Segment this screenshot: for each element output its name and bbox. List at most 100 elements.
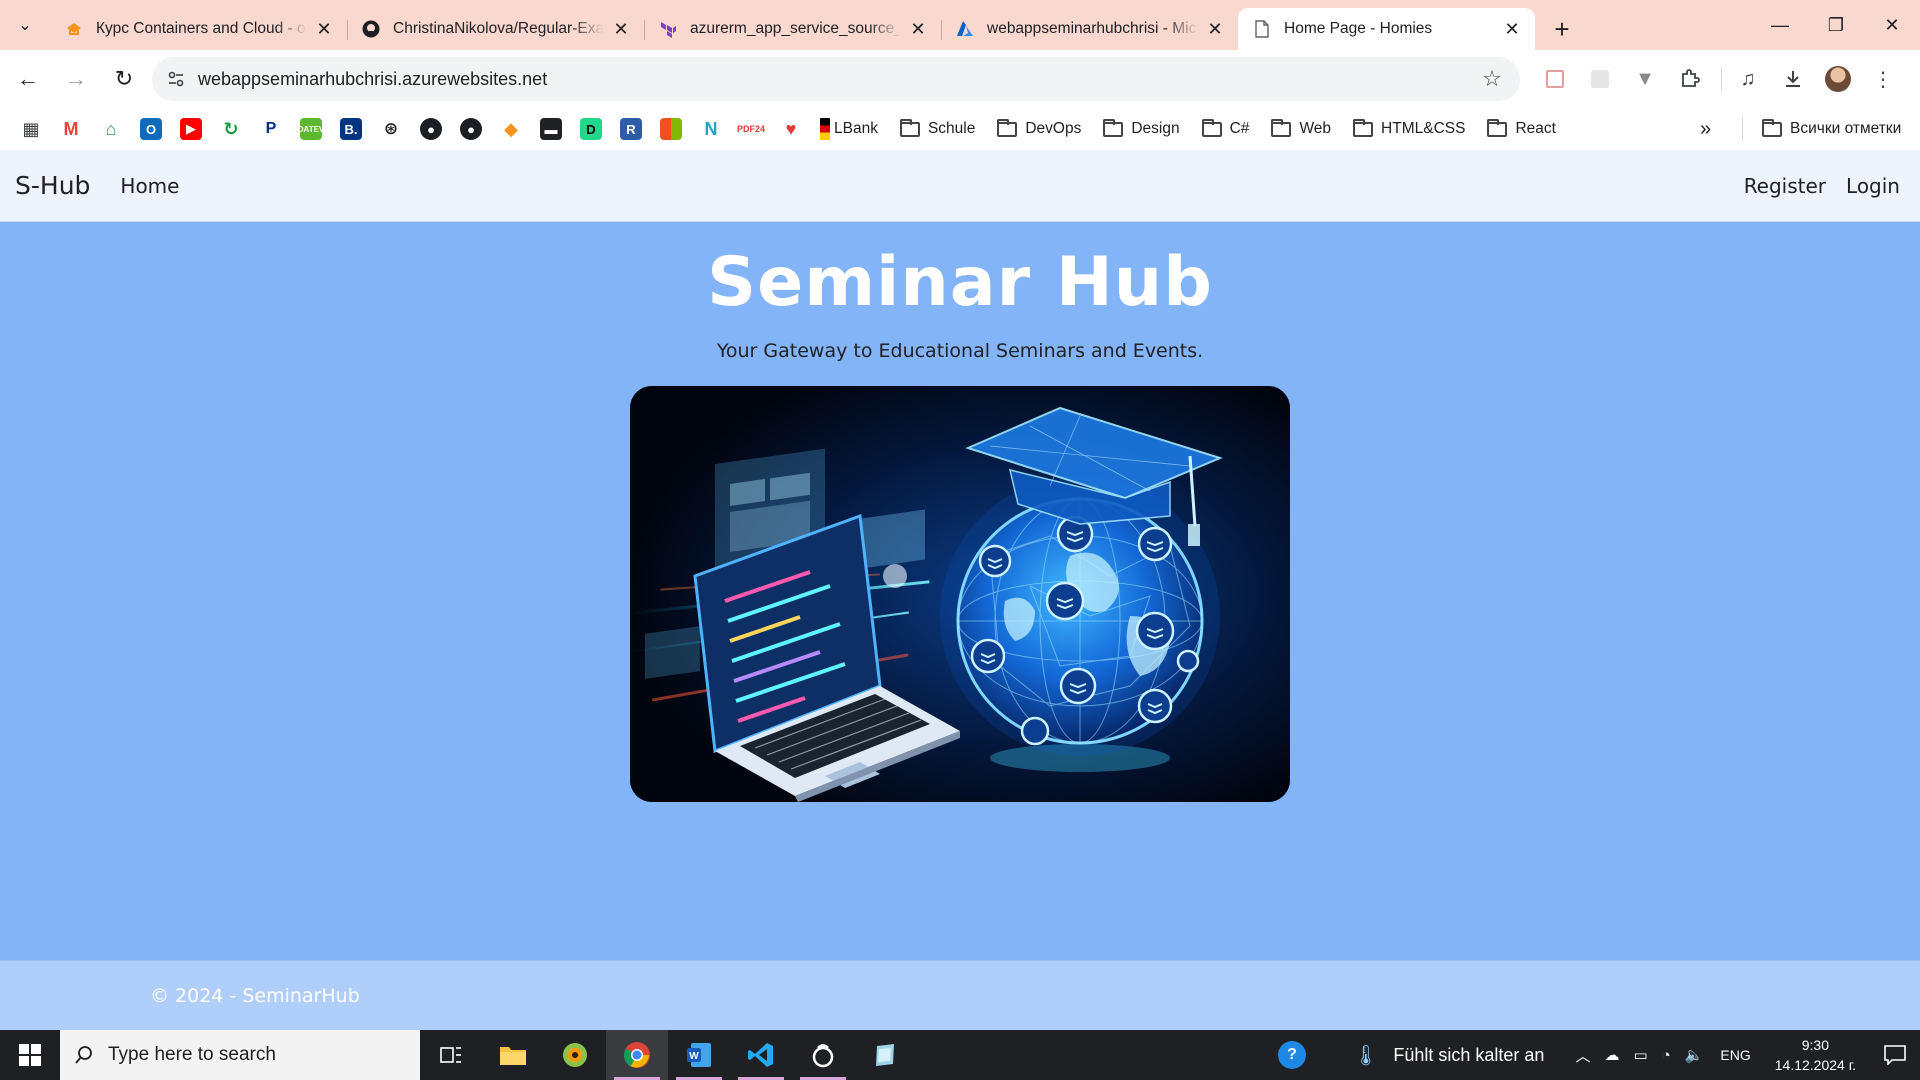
booking-icon[interactable]: B.: [340, 118, 362, 140]
extension-grey-button[interactable]: [1580, 59, 1620, 99]
cloud-icon[interactable]: ☁: [1604, 1046, 1619, 1064]
thermometer-icon: 🌡: [1352, 1044, 1379, 1067]
input-language[interactable]: ENG: [1720, 1047, 1750, 1063]
datev-icon[interactable]: DATEV: [298, 118, 324, 140]
restore-button[interactable]: ❐: [1808, 0, 1864, 50]
close-icon[interactable]: ✕: [1501, 18, 1523, 40]
hero-subtitle: Your Gateway to Educational Seminars and…: [716, 340, 1204, 362]
clock-date: 14.12.2024 г.: [1774, 1057, 1856, 1073]
site-info-button[interactable]: [160, 63, 192, 95]
apps-grid-icon[interactable]: ▦: [20, 118, 42, 140]
all-bookmarks-button[interactable]: Всички отметки: [1762, 118, 1901, 138]
chevron-up-icon[interactable]: ︿: [1575, 1045, 1590, 1066]
bookmark-folder-react[interactable]: React: [1487, 118, 1556, 138]
bookmark-lbank[interactable]: LBank: [834, 120, 878, 138]
puzzle-icon: [1682, 69, 1700, 87]
pdf24-icon[interactable]: PDF24: [737, 118, 765, 140]
download-icon: [1786, 71, 1800, 87]
browser-tab[interactable]: webappseminarhubchrisi - Micr ✕: [941, 8, 1238, 50]
app-taskbar-button[interactable]: [792, 1030, 854, 1080]
github-icon[interactable]: ●: [460, 118, 482, 140]
new-tab-button[interactable]: +: [1545, 12, 1579, 46]
youtube-icon[interactable]: ▶: [180, 118, 202, 140]
nav-home-link[interactable]: Home: [120, 174, 179, 198]
taskbar-search-box[interactable]: Type here to search: [60, 1030, 420, 1080]
battery-icon[interactable]: ▭: [1633, 1046, 1647, 1064]
extension-calendar-button[interactable]: [1535, 59, 1575, 99]
folder-icon: [1487, 118, 1508, 137]
task-view-button[interactable]: [420, 1030, 482, 1080]
vscode-icon: [748, 1043, 773, 1067]
arrow-left-icon: ←: [17, 66, 39, 91]
outlook-icon[interactable]: O: [140, 118, 162, 140]
home-icon[interactable]: ⌂: [100, 118, 122, 140]
start-button[interactable]: [0, 1030, 60, 1080]
minimize-button[interactable]: —: [1752, 0, 1808, 50]
more-bookmarks-button[interactable]: »: [1700, 118, 1711, 141]
moodle-icon[interactable]: ◆: [500, 118, 522, 140]
chameleon-app-icon: [563, 1043, 587, 1067]
browser-tab[interactable]: Курс Containers and Cloud - ok ✕: [50, 8, 347, 50]
site-navbar: S-Hub Home Register Login: [0, 150, 1920, 222]
register-link[interactable]: Register: [1744, 174, 1826, 198]
microsoft-icon[interactable]: [660, 118, 682, 140]
site-brand-link[interactable]: S-Hub: [15, 171, 90, 200]
wifi-icon[interactable]: ◔: [1662, 1047, 1671, 1064]
tab-search-button[interactable]: ⌄: [8, 8, 42, 42]
gmail-icon[interactable]: M: [60, 118, 82, 140]
tab-title: azurerm_app_service_source_co: [690, 20, 901, 37]
back-button[interactable]: ←: [8, 59, 48, 99]
extensions-button[interactable]: [1670, 59, 1710, 99]
github-icon[interactable]: ●: [420, 118, 442, 140]
extension-vuetify-button[interactable]: ▼: [1625, 59, 1665, 99]
address-bar[interactable]: webappseminarhubchrisi.azurewebsites.net…: [152, 57, 1520, 101]
volume-icon[interactable]: 🔈: [1685, 1046, 1704, 1064]
clock[interactable]: 9:30 14.12.2024 г.: [1775, 1035, 1856, 1075]
browser-tab[interactable]: azurerm_app_service_source_co ✕: [644, 8, 941, 50]
bookmark-folder-web[interactable]: Web: [1271, 118, 1331, 138]
notes-taskbar-button[interactable]: [854, 1030, 916, 1080]
bookmark-folder-devops[interactable]: DevOps: [997, 118, 1081, 138]
openai-icon[interactable]: ⊛: [380, 118, 402, 140]
notifications-button[interactable]: [1870, 1030, 1920, 1080]
rider-icon[interactable]: R: [620, 118, 642, 140]
vscode-taskbar-button[interactable]: [730, 1030, 792, 1080]
hero-illustration: [630, 386, 1290, 802]
svg-text:W: W: [689, 1051, 699, 1062]
tab-title: ChristinaNikolova/Regular-Exam: [393, 20, 604, 37]
minimize-icon: —: [1771, 14, 1789, 35]
close-icon[interactable]: ✕: [610, 18, 632, 40]
reload-button[interactable]: ↻: [104, 59, 144, 99]
refresh-green-icon[interactable]: ↻: [220, 118, 242, 140]
app-button[interactable]: [544, 1030, 606, 1080]
n-icon[interactable]: N: [700, 118, 722, 140]
menu-button[interactable]: ⋮: [1863, 59, 1903, 99]
chrome-taskbar-button[interactable]: [606, 1030, 668, 1080]
login-link[interactable]: Login: [1846, 174, 1900, 198]
close-window-button[interactable]: ✕: [1864, 0, 1920, 50]
file-explorer-button[interactable]: [482, 1030, 544, 1080]
browser-tab[interactable]: ChristinaNikolova/Regular-Exam ✕: [347, 8, 644, 50]
bookmark-folder-schule[interactable]: Schule: [899, 118, 975, 138]
downloads-button[interactable]: [1773, 59, 1813, 99]
terminal-icon[interactable]: ▬: [540, 118, 562, 140]
lbank-icon: [820, 118, 830, 140]
bookmark-folder-csharp[interactable]: C#: [1201, 118, 1249, 138]
pycharm-icon[interactable]: D: [580, 118, 602, 140]
browser-tab-active[interactable]: Home Page - Homies ✕: [1238, 8, 1535, 50]
bookmark-folder-design[interactable]: Design: [1103, 118, 1180, 138]
paypal-icon[interactable]: P: [260, 118, 282, 140]
heart-icon[interactable]: ♥: [780, 118, 802, 140]
forward-button[interactable]: →: [56, 59, 96, 99]
word-taskbar-button[interactable]: W: [668, 1030, 730, 1080]
bookmark-folder-htmlcss[interactable]: HTML&CSS: [1353, 118, 1465, 138]
close-icon[interactable]: ✕: [907, 18, 929, 40]
media-control-button[interactable]: ♫: [1728, 59, 1768, 99]
close-icon[interactable]: ✕: [1204, 18, 1226, 40]
help-icon[interactable]: ?: [1277, 1041, 1306, 1069]
close-icon[interactable]: ✕: [313, 18, 335, 40]
profile-button[interactable]: [1818, 59, 1858, 99]
weather-text[interactable]: Fühlt sich kalter an: [1393, 1045, 1544, 1066]
bookmark-star-button[interactable]: ☆: [1474, 61, 1510, 97]
url-text[interactable]: webappseminarhubchrisi.azurewebsites.net: [198, 69, 1474, 90]
